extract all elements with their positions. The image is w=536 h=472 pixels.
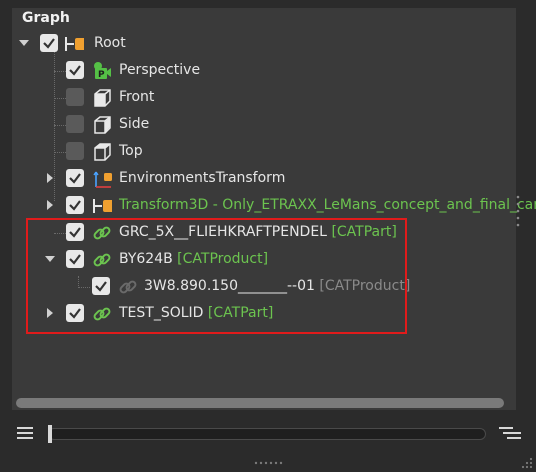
cube-icon [94,89,111,107]
tree-row-environments-transform[interactable]: EnvironmentsTransform [12,165,516,192]
tree-row-perspective[interactable]: P Perspective [12,57,516,84]
tree-item-label: Perspective [119,62,201,78]
transform-icon [65,37,84,51]
axes-icon [93,171,112,188]
svg-text:P: P [98,70,105,80]
tree-row-front[interactable]: Front [12,84,516,111]
visibility-checkbox[interactable] [66,142,84,160]
visibility-checkbox[interactable] [66,169,84,187]
tree-row-transform3d[interactable]: Transform3D - Only_ETRAXX_LeMans_concept… [12,192,536,219]
tree-item-label: Root [94,35,126,51]
visibility-checkbox[interactable] [66,115,84,133]
chevron-right-icon[interactable] [44,199,56,211]
panel-title: Graph [22,10,70,26]
check-icon [43,38,55,49]
camera-icon: P [94,62,111,80]
cube-icon [94,116,111,134]
visibility-checkbox[interactable] [66,61,84,79]
tree-row-side[interactable]: Side [12,111,516,138]
tree-item-label: Front [119,89,155,105]
visibility-checkbox[interactable] [66,196,84,214]
check-icon [69,173,81,184]
graph-panel: Graph Root P Perspective Front Side Top … [12,8,536,410]
tree-item-label: Top [119,143,143,159]
tree-item-label: Side [119,116,150,132]
chevron-right-icon[interactable] [44,172,56,184]
cube-icon [94,143,111,161]
tree-item-label: Transform3D - Only_ETRAXX_LeMans_concept… [119,197,536,213]
vertical-scrollbar[interactable] [516,194,520,228]
transform-icon [93,199,112,213]
check-icon [69,65,81,76]
tree-row-root[interactable]: Root [12,30,516,57]
resize-handle-icon[interactable] [254,461,284,465]
chevron-down-icon[interactable] [18,37,30,49]
tree-row-top[interactable]: Top [12,138,516,165]
visibility-checkbox[interactable] [40,34,58,52]
corner-resize-icon[interactable] [520,456,534,470]
selection-highlight-box [26,218,407,334]
list-align-icon[interactable] [498,426,522,442]
timeline-slider[interactable] [48,428,486,440]
visibility-checkbox[interactable] [66,88,84,106]
check-icon [69,200,81,211]
horizontal-scrollbar[interactable] [16,398,504,408]
tree-item-label: EnvironmentsTransform [119,170,286,186]
slider-handle[interactable] [48,425,52,443]
menu-icon[interactable] [16,426,34,440]
